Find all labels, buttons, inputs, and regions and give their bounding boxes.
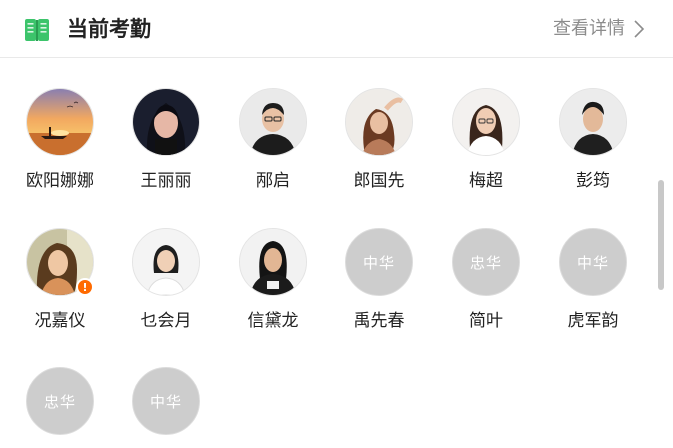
member-name: 欧阳娜娜 — [26, 171, 94, 191]
member-name: 信黛龙 — [247, 311, 299, 331]
member-item[interactable]: 忠华 — [7, 367, 113, 448]
member-name: 彭筠 — [576, 171, 610, 191]
member-name: 郎国先 — [353, 171, 405, 191]
member-item[interactable]: 乜会月 — [113, 228, 219, 333]
member-item[interactable]: 中华 禹先春 — [326, 228, 432, 333]
avatar-placeholder-text: 中华 — [362, 253, 395, 272]
member-name: 梅超 — [469, 171, 503, 191]
member-name: 况嘉仪 — [34, 311, 86, 331]
member-item[interactable]: 彭筠 — [540, 88, 646, 193]
member-item[interactable]: 欧阳娜娜 — [7, 88, 113, 193]
member-item[interactable]: 信黛龙 — [220, 228, 326, 333]
member-item[interactable]: 王丽丽 — [113, 88, 219, 193]
warning-badge: ! — [76, 278, 94, 296]
avatar-placeholder-text: 中华 — [576, 253, 609, 272]
member-name: 邴启 — [256, 171, 290, 191]
avatar — [345, 88, 413, 156]
avatar-placeholder: 忠华 — [452, 228, 520, 296]
view-details-label: 查看详情 — [553, 18, 625, 39]
attendance-header: 当前考勤 查看详情 — [0, 0, 673, 58]
avatar-placeholder: 中华 — [559, 228, 627, 296]
member-name: 禹先春 — [353, 311, 405, 331]
member-item[interactable]: ! 况嘉仪 — [7, 228, 113, 333]
avatar — [239, 88, 307, 156]
scrollbar-thumb[interactable] — [658, 180, 664, 290]
avatar: ! — [26, 228, 94, 296]
member-name: 王丽丽 — [140, 171, 192, 191]
member-item[interactable]: 忠华 简叶 — [433, 228, 539, 333]
avatar-placeholder-text: 中华 — [149, 392, 182, 411]
avatar — [239, 228, 307, 296]
avatar-placeholder-text: 忠华 — [469, 253, 502, 272]
avatar-placeholder: 忠华 — [26, 367, 94, 435]
avatar — [559, 88, 627, 156]
avatar — [26, 88, 94, 156]
section-title: 当前考勤 — [67, 17, 151, 41]
member-item[interactable]: 中华 虎军韵 — [540, 228, 646, 333]
avatar-placeholder: 中华 — [132, 367, 200, 435]
avatar-placeholder: 中华 — [345, 228, 413, 296]
member-item[interactable]: 梅超 — [433, 88, 539, 193]
avatar — [132, 88, 200, 156]
avatar-placeholder-text: 忠华 — [43, 392, 76, 411]
chevron-right-icon — [634, 20, 645, 38]
book-icon — [24, 17, 50, 43]
member-name: 乜会月 — [140, 311, 192, 331]
member-name: 虎军韵 — [567, 311, 619, 331]
view-details-link[interactable]: 查看详情 — [553, 15, 645, 43]
avatar — [452, 88, 520, 156]
member-item[interactable]: 邴启 — [220, 88, 326, 193]
member-item[interactable]: 中华 — [113, 367, 219, 448]
member-item[interactable]: 郎国先 — [326, 88, 432, 193]
avatar — [132, 228, 200, 296]
member-name: 简叶 — [469, 311, 503, 331]
